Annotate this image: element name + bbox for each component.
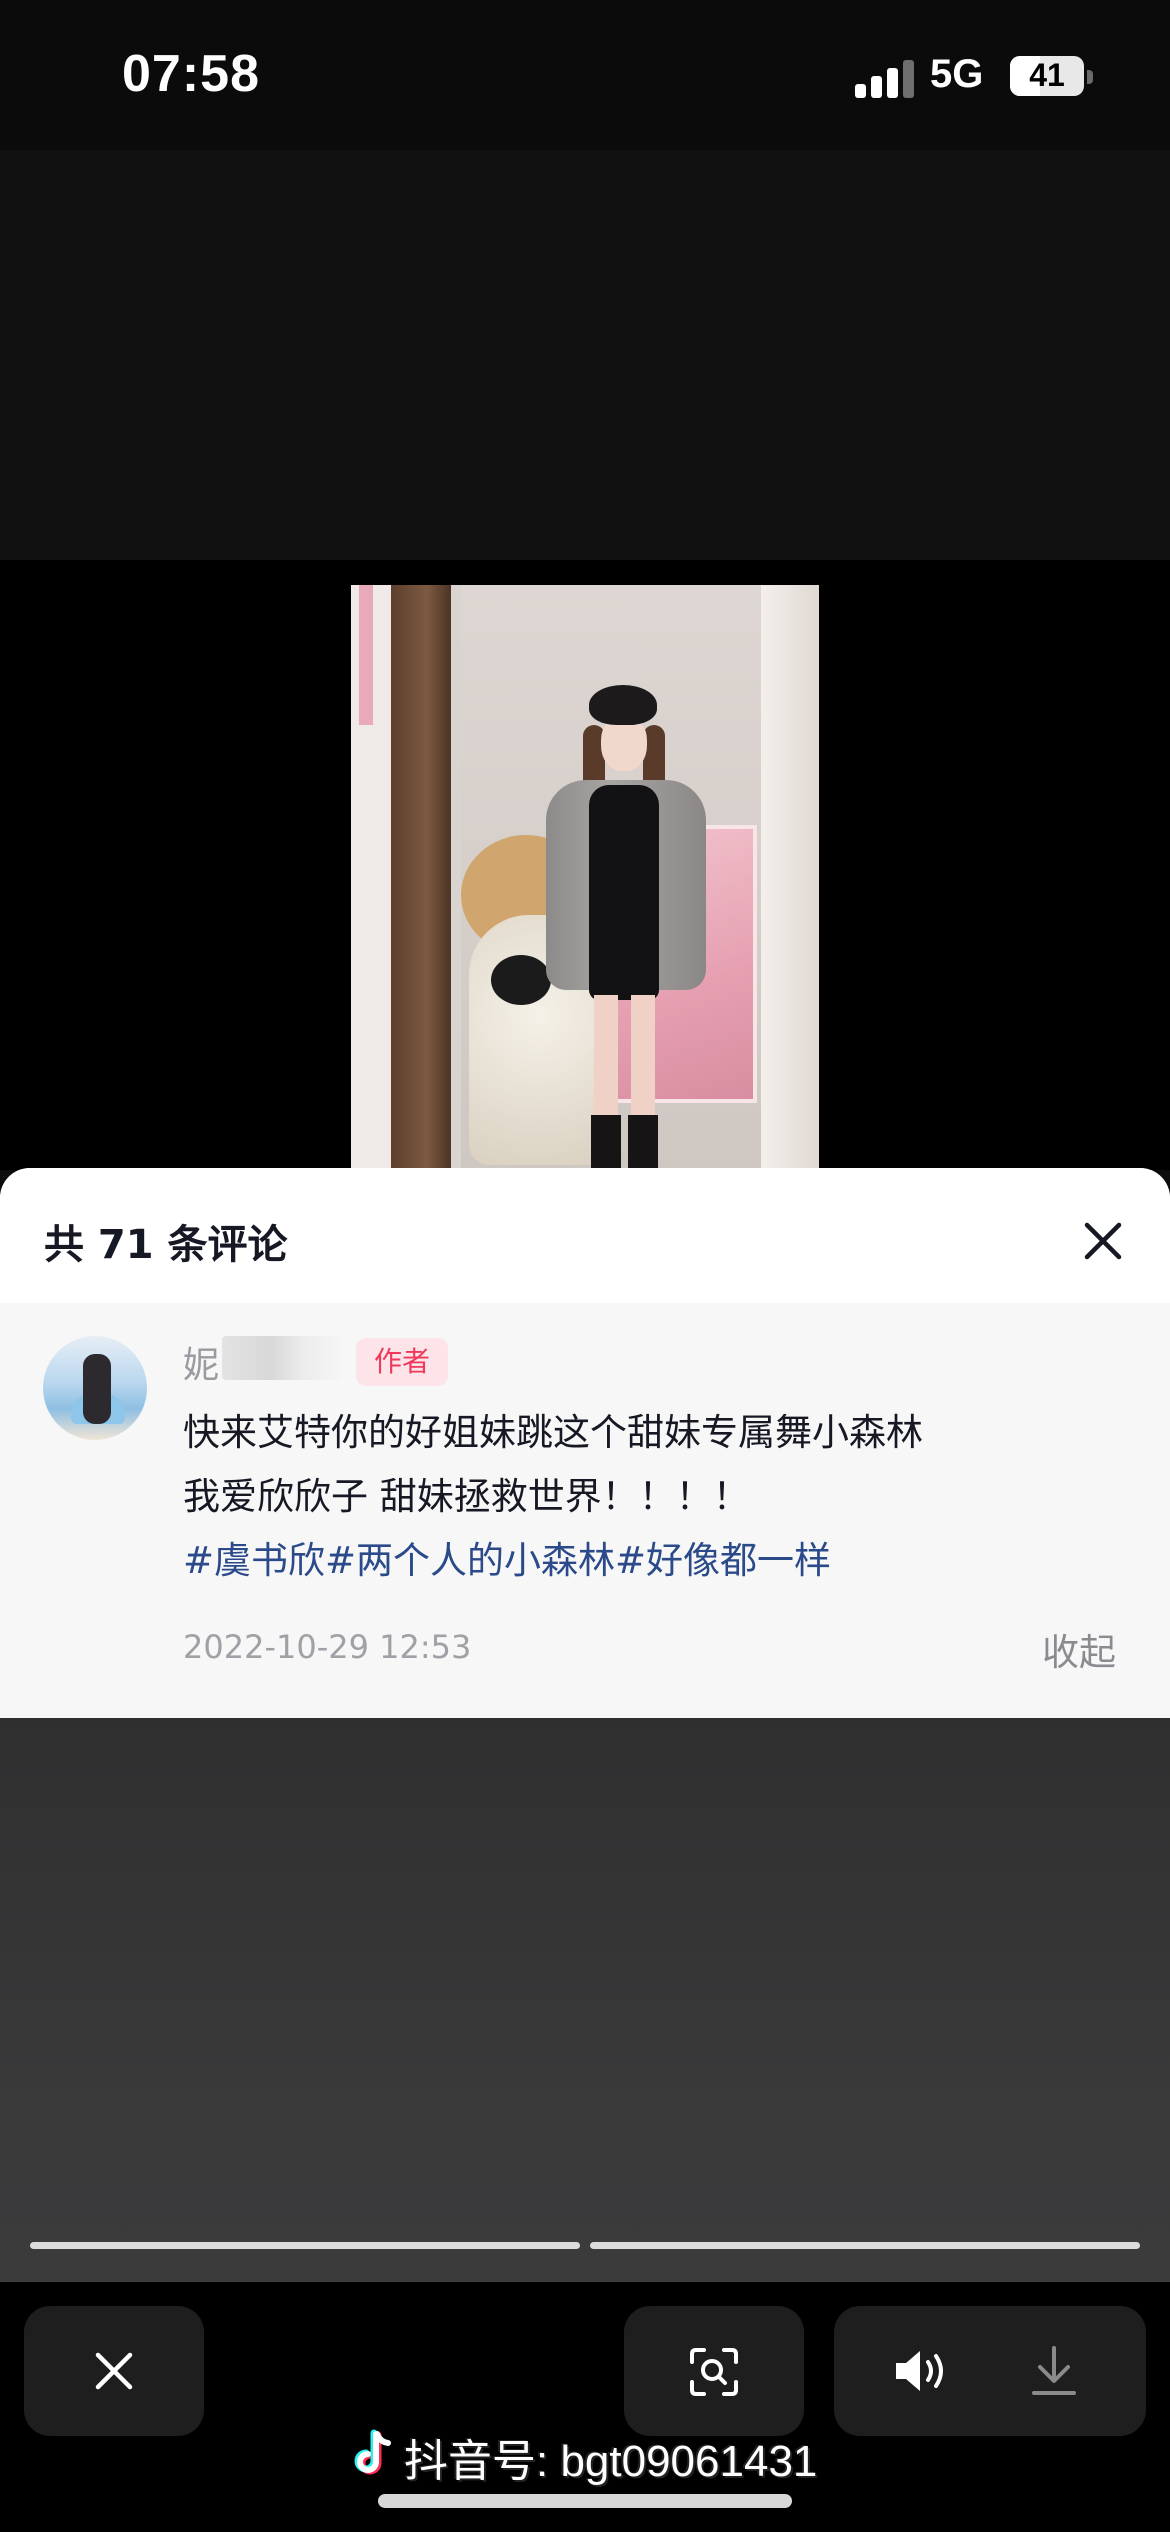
dress [589,785,659,1000]
leg-right [631,995,655,1125]
watermark-text: 抖音号: bgt09061431 [404,2437,818,2486]
tiktok-logo-icon [354,2429,391,2475]
video-frame[interactable] [351,585,819,1170]
battery-icon: 41 [1010,56,1084,96]
boot-right [628,1115,658,1170]
leg-left [594,995,618,1125]
username-redaction [222,1336,342,1380]
collapse-button[interactable]: 收起 [1042,1622,1116,1676]
status-bar: 07:58 5G 41 [0,0,1170,150]
scan-button[interactable] [624,2306,804,2436]
speaker-icon[interactable] [894,2348,952,2394]
home-indicator[interactable] [378,2494,792,2508]
close-viewer-button[interactable] [24,2306,204,2436]
author-badge: 作者 [356,1338,448,1386]
scan-icon [690,2348,738,2396]
door-frame-left [391,585,451,1170]
comment-text-line-2: 我爱欣欣子 甜妹拯救世界！！！！ [183,1475,750,1518]
comments-header: 共 71 条评论 [0,1168,1170,1303]
door-frame-right [761,585,819,1170]
lower-background [0,1718,1170,2282]
status-time: 07:58 [122,45,260,103]
boot-left [591,1115,621,1170]
network-type: 5G [930,52,984,96]
screen: 07:58 5G 41 共 71 条评论 妮 作者 快来艾特你的好姐妹跳这个甜妹… [0,0,1170,2532]
comments-count-title: 共 71 条评论 [44,1222,288,1268]
close-icon [95,2352,133,2390]
signal-icon [855,60,915,98]
battery-cap [1087,70,1093,84]
close-icon[interactable] [1078,1216,1128,1266]
page-indicator-2[interactable] [590,2242,1140,2249]
media-controls [834,2306,1146,2436]
plush-nose [491,955,551,1005]
download-icon[interactable] [1030,2344,1078,2398]
pink-frame [359,585,373,725]
top-background [0,150,1170,560]
page-indicator-1[interactable] [30,2242,580,2249]
beret [589,685,657,725]
comment-text-line-1: 快来艾特你的好姐妹跳这个甜妹专属舞小森林 [183,1411,923,1454]
comment-timestamp: 2022-10-29 12:53 [183,1628,472,1666]
comment-username[interactable]: 妮 [183,1336,219,1388]
battery-percent: 41 [1029,57,1065,93]
avatar-figure [83,1354,111,1424]
comment-hashtags[interactable]: #虞书欣#两个人的小森林#好像都一样 [183,1530,831,1584]
avatar[interactable] [43,1336,147,1440]
